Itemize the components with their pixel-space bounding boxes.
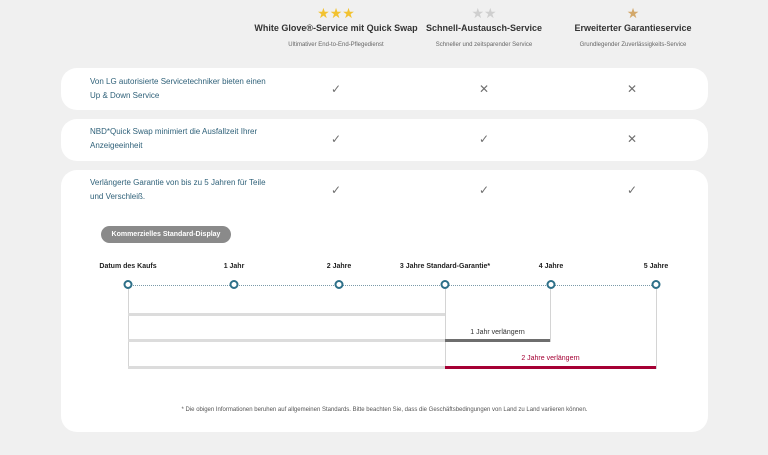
check-icon: ✓ xyxy=(330,183,342,197)
standard-warranty-bar xyxy=(128,366,445,369)
timeline-label-year-2: 2 Jahre xyxy=(326,263,352,270)
timeline-label-year-5: 5 Jahre xyxy=(643,263,669,270)
timeline-label-year-1: 1 Jahr xyxy=(223,263,245,270)
check-icon: ✓ xyxy=(478,183,490,197)
extension-1-label: 1 Jahr verlängern xyxy=(470,329,525,336)
timeline-guide xyxy=(128,289,129,369)
timeline-label-year-4: 4 Jahre xyxy=(538,263,564,270)
feature-label: Von LG autorisierte Servicetechniker bie… xyxy=(90,77,266,100)
timeline-dot xyxy=(123,280,133,289)
timeline-dot xyxy=(440,280,450,289)
check-icon: ✓ xyxy=(330,132,342,146)
footnote: * Die obigen Informationen beruhen auf a… xyxy=(181,407,588,413)
feature-row-2: NBD*Quick Swap minimiert die Ausfallzeit… xyxy=(61,119,708,161)
extension-1-bar xyxy=(445,339,550,342)
cross-icon: ✕ xyxy=(626,132,638,146)
timeline-guide xyxy=(656,289,657,369)
feature-label: Verlängerte Garantie von bis zu 5 Jahren… xyxy=(90,178,266,201)
display-type-badge: Kommerzielles Standard-Display xyxy=(101,226,231,243)
timeline-label-purchase: Datum des Kaufs xyxy=(99,263,157,270)
extension-2-label: 2 Jahre verlängern xyxy=(521,355,580,362)
timeline-dot xyxy=(546,280,556,289)
timeline-guide xyxy=(550,289,551,342)
standard-warranty-bar xyxy=(128,313,445,316)
plan-subtitle: Grundlegender Zuverlässigkeits-Service xyxy=(579,42,687,48)
timeline-dot xyxy=(229,280,239,289)
timeline-dot xyxy=(334,280,344,289)
feature-label: NBD*Quick Swap minimiert die Ausfallzeit… xyxy=(90,127,258,150)
feature-row-1: Von LG autorisierte Servicetechniker bie… xyxy=(61,68,708,110)
check-icon: ✓ xyxy=(478,132,490,146)
standard-warranty-bar xyxy=(128,339,445,342)
timeline-axis xyxy=(128,285,656,286)
check-icon: ✓ xyxy=(330,82,342,96)
feature-row-3: Verlängerte Garantie von bis zu 5 Jahren… xyxy=(61,170,708,432)
timeline-label-year-3: 3 Jahre Standard-Garantie* xyxy=(399,263,491,270)
timeline-dot xyxy=(651,280,661,289)
extension-2-bar xyxy=(445,366,656,369)
plan-extended-warranty: ★ Erweiterter Garantieservice Grundlegen… xyxy=(543,6,723,48)
cross-icon: ✕ xyxy=(478,82,490,96)
plan-title: Erweiterter Garantieservice xyxy=(574,23,692,33)
star-rating-icon: ★ xyxy=(626,5,640,21)
cross-icon: ✕ xyxy=(626,82,638,96)
check-icon: ✓ xyxy=(626,183,638,197)
